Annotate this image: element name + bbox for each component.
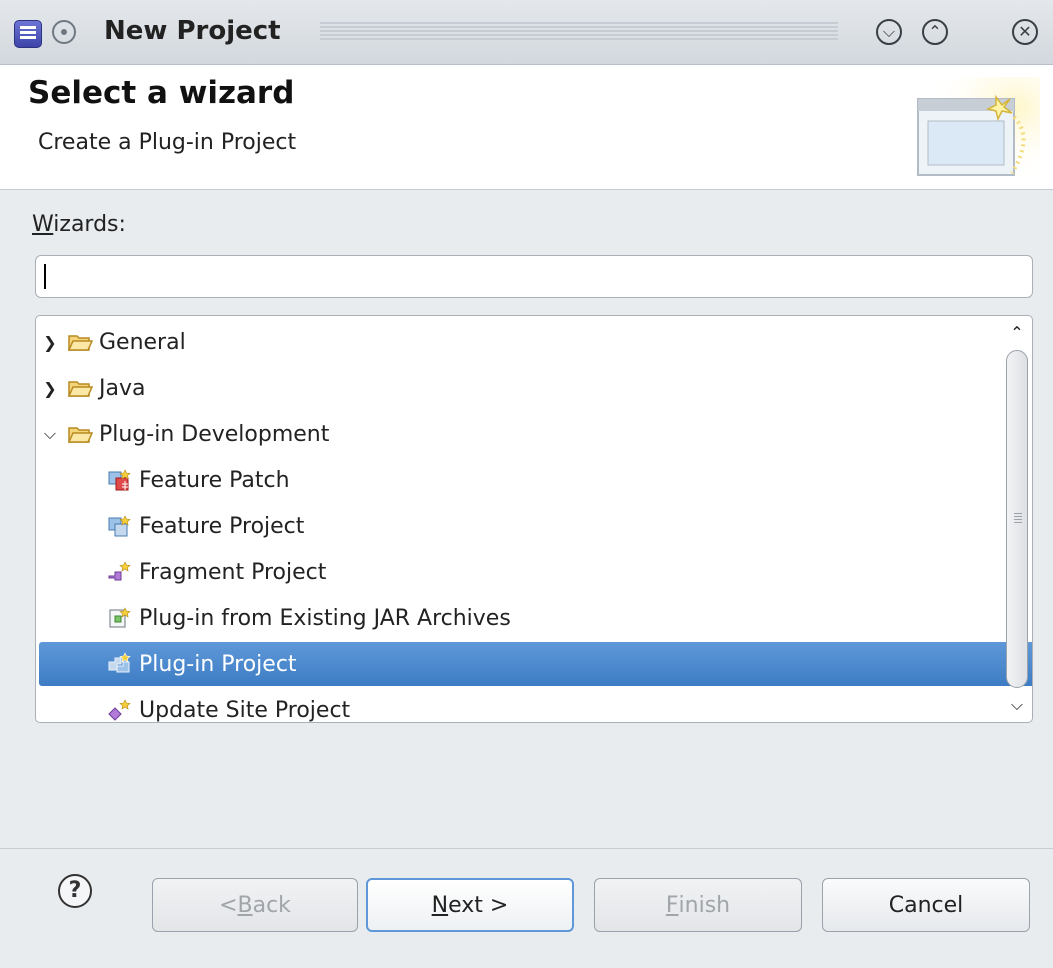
close-button[interactable]: ✕ — [1012, 19, 1038, 45]
feature-patch-icon — [108, 469, 131, 491]
tree-item-label: Feature Patch — [139, 467, 290, 493]
tree-item-label: Fragment Project — [139, 559, 327, 585]
tree-item-label: Java — [99, 375, 146, 401]
minimize-button[interactable]: ⌵ — [876, 19, 902, 45]
tree-item-feature-project[interactable]: Feature Project — [39, 504, 1032, 548]
update-site-icon — [108, 699, 131, 721]
scrollbar-grip-icon — [1014, 513, 1022, 523]
chevron-down-icon: ⌵ — [882, 22, 896, 41]
folder-icon — [67, 427, 93, 443]
close-icon: ✕ — [1018, 22, 1032, 41]
tree-item-general[interactable]: ❯ General — [39, 320, 1001, 364]
page-description: Create a Plug-in Project — [38, 130, 297, 155]
finish-button[interactable]: Finish — [594, 878, 802, 932]
tree-item-label: General — [99, 329, 186, 355]
page-title: Select a wizard — [28, 75, 295, 111]
tree-item-update-site-project[interactable]: Update Site Project — [39, 688, 1032, 723]
chevron-right-icon[interactable]: ❯ — [39, 333, 61, 352]
window-title: New Project — [104, 16, 281, 46]
feature-project-icon — [108, 515, 131, 537]
cancel-button[interactable]: Cancel — [822, 878, 1030, 932]
tree-item-feature-patch[interactable]: Feature Patch — [39, 458, 1032, 502]
plugin-project-icon — [108, 652, 131, 673]
wizard-filter-input[interactable] — [35, 255, 1033, 298]
folder-icon — [67, 335, 93, 351]
window-menu-icon[interactable] — [14, 20, 42, 48]
scroll-down-arrow-icon[interactable]: ⌵ — [1004, 692, 1030, 718]
tree-item-plugin-project[interactable]: Plug-in Project — [39, 642, 1032, 686]
tree-item-plugin-development[interactable]: ⌵ Plug-in Development — [39, 412, 1001, 456]
titlebar-stripes — [320, 22, 838, 42]
chevron-down-icon[interactable]: ⌵ — [39, 424, 61, 444]
next-button[interactable]: Next > — [366, 878, 574, 932]
wizard-header: Select a wizard Create a Plug-in Project — [0, 65, 1053, 190]
chevron-up-icon: ⌃ — [928, 22, 942, 41]
fragment-project-icon — [108, 561, 131, 581]
footer-separator — [0, 848, 1053, 849]
tree-item-label: Update Site Project — [139, 697, 351, 723]
tree-scrollbar[interactable]: ⌃ ⌵ — [1004, 318, 1030, 720]
tree-item-plugin-from-jar[interactable]: Plug-in from Existing JAR Archives — [39, 596, 1032, 640]
jar-plugin-icon — [109, 607, 131, 628]
new-wizard-banner-icon — [914, 77, 1040, 181]
tree-item-label: Plug-in Project — [139, 651, 297, 677]
help-button[interactable]: ? — [58, 874, 92, 908]
sticky-window-button[interactable] — [52, 20, 76, 44]
chevron-right-icon[interactable]: ❯ — [39, 379, 61, 398]
scrollbar-thumb[interactable] — [1006, 350, 1028, 688]
wizard-tree[interactable]: ❯ General ❯ Java ⌵ Plug-in Development F… — [35, 315, 1033, 723]
tree-item-fragment-project[interactable]: Fragment Project — [39, 550, 1032, 594]
tree-item-label: Feature Project — [139, 513, 305, 539]
scroll-up-arrow-icon[interactable]: ⌃ — [1004, 320, 1030, 346]
back-button[interactable]: < Back — [152, 878, 358, 932]
folder-icon — [67, 381, 93, 397]
wizards-label: Wizards: — [32, 212, 126, 237]
tree-item-label: Plug-in Development — [99, 421, 330, 447]
maximize-button[interactable]: ⌃ — [922, 19, 948, 45]
text-caret — [44, 264, 46, 289]
window-titlebar[interactable]: New Project ⌵ ⌃ ✕ — [0, 0, 1053, 65]
tree-item-java[interactable]: ❯ Java — [39, 366, 1001, 410]
tree-item-label: Plug-in from Existing JAR Archives — [139, 605, 511, 631]
